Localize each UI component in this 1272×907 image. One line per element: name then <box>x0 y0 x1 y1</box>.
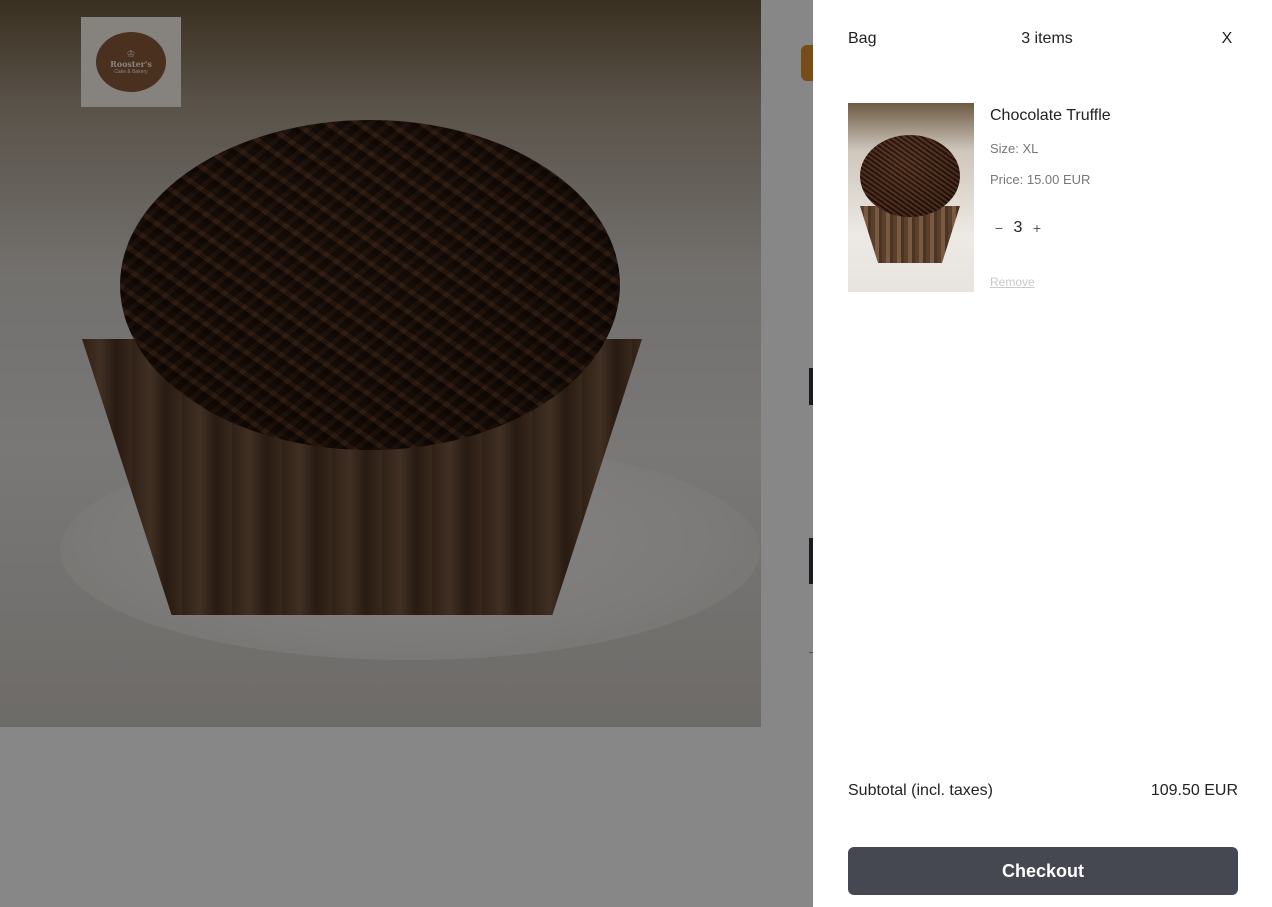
cart-item-count: 3 items <box>1021 30 1073 47</box>
product-thumbnail <box>848 103 974 292</box>
checkout-button[interactable]: Checkout <box>848 847 1238 895</box>
thumbnail-truffle-shape <box>860 135 960 217</box>
item-price: Price: 15.00 EUR <box>990 172 1091 187</box>
cart-drawer: Bag 3 items X Chocolate Truffle Size: XL… <box>813 0 1272 907</box>
quantity-value: 3 <box>1013 219 1023 236</box>
remove-item-link[interactable]: Remove <box>990 275 1035 289</box>
close-cart-button[interactable]: X <box>1213 28 1241 50</box>
item-name: Chocolate Truffle <box>990 107 1111 124</box>
increase-quantity-button[interactable]: + <box>1028 220 1046 236</box>
decrease-quantity-button[interactable]: − <box>990 220 1008 236</box>
subtotal-label: Subtotal (incl. taxes) <box>848 782 993 799</box>
item-size: Size: XL <box>990 141 1039 156</box>
subtotal-value: 109.50 EUR <box>1150 782 1238 799</box>
quantity-stepper: − 3 + <box>990 217 1046 239</box>
